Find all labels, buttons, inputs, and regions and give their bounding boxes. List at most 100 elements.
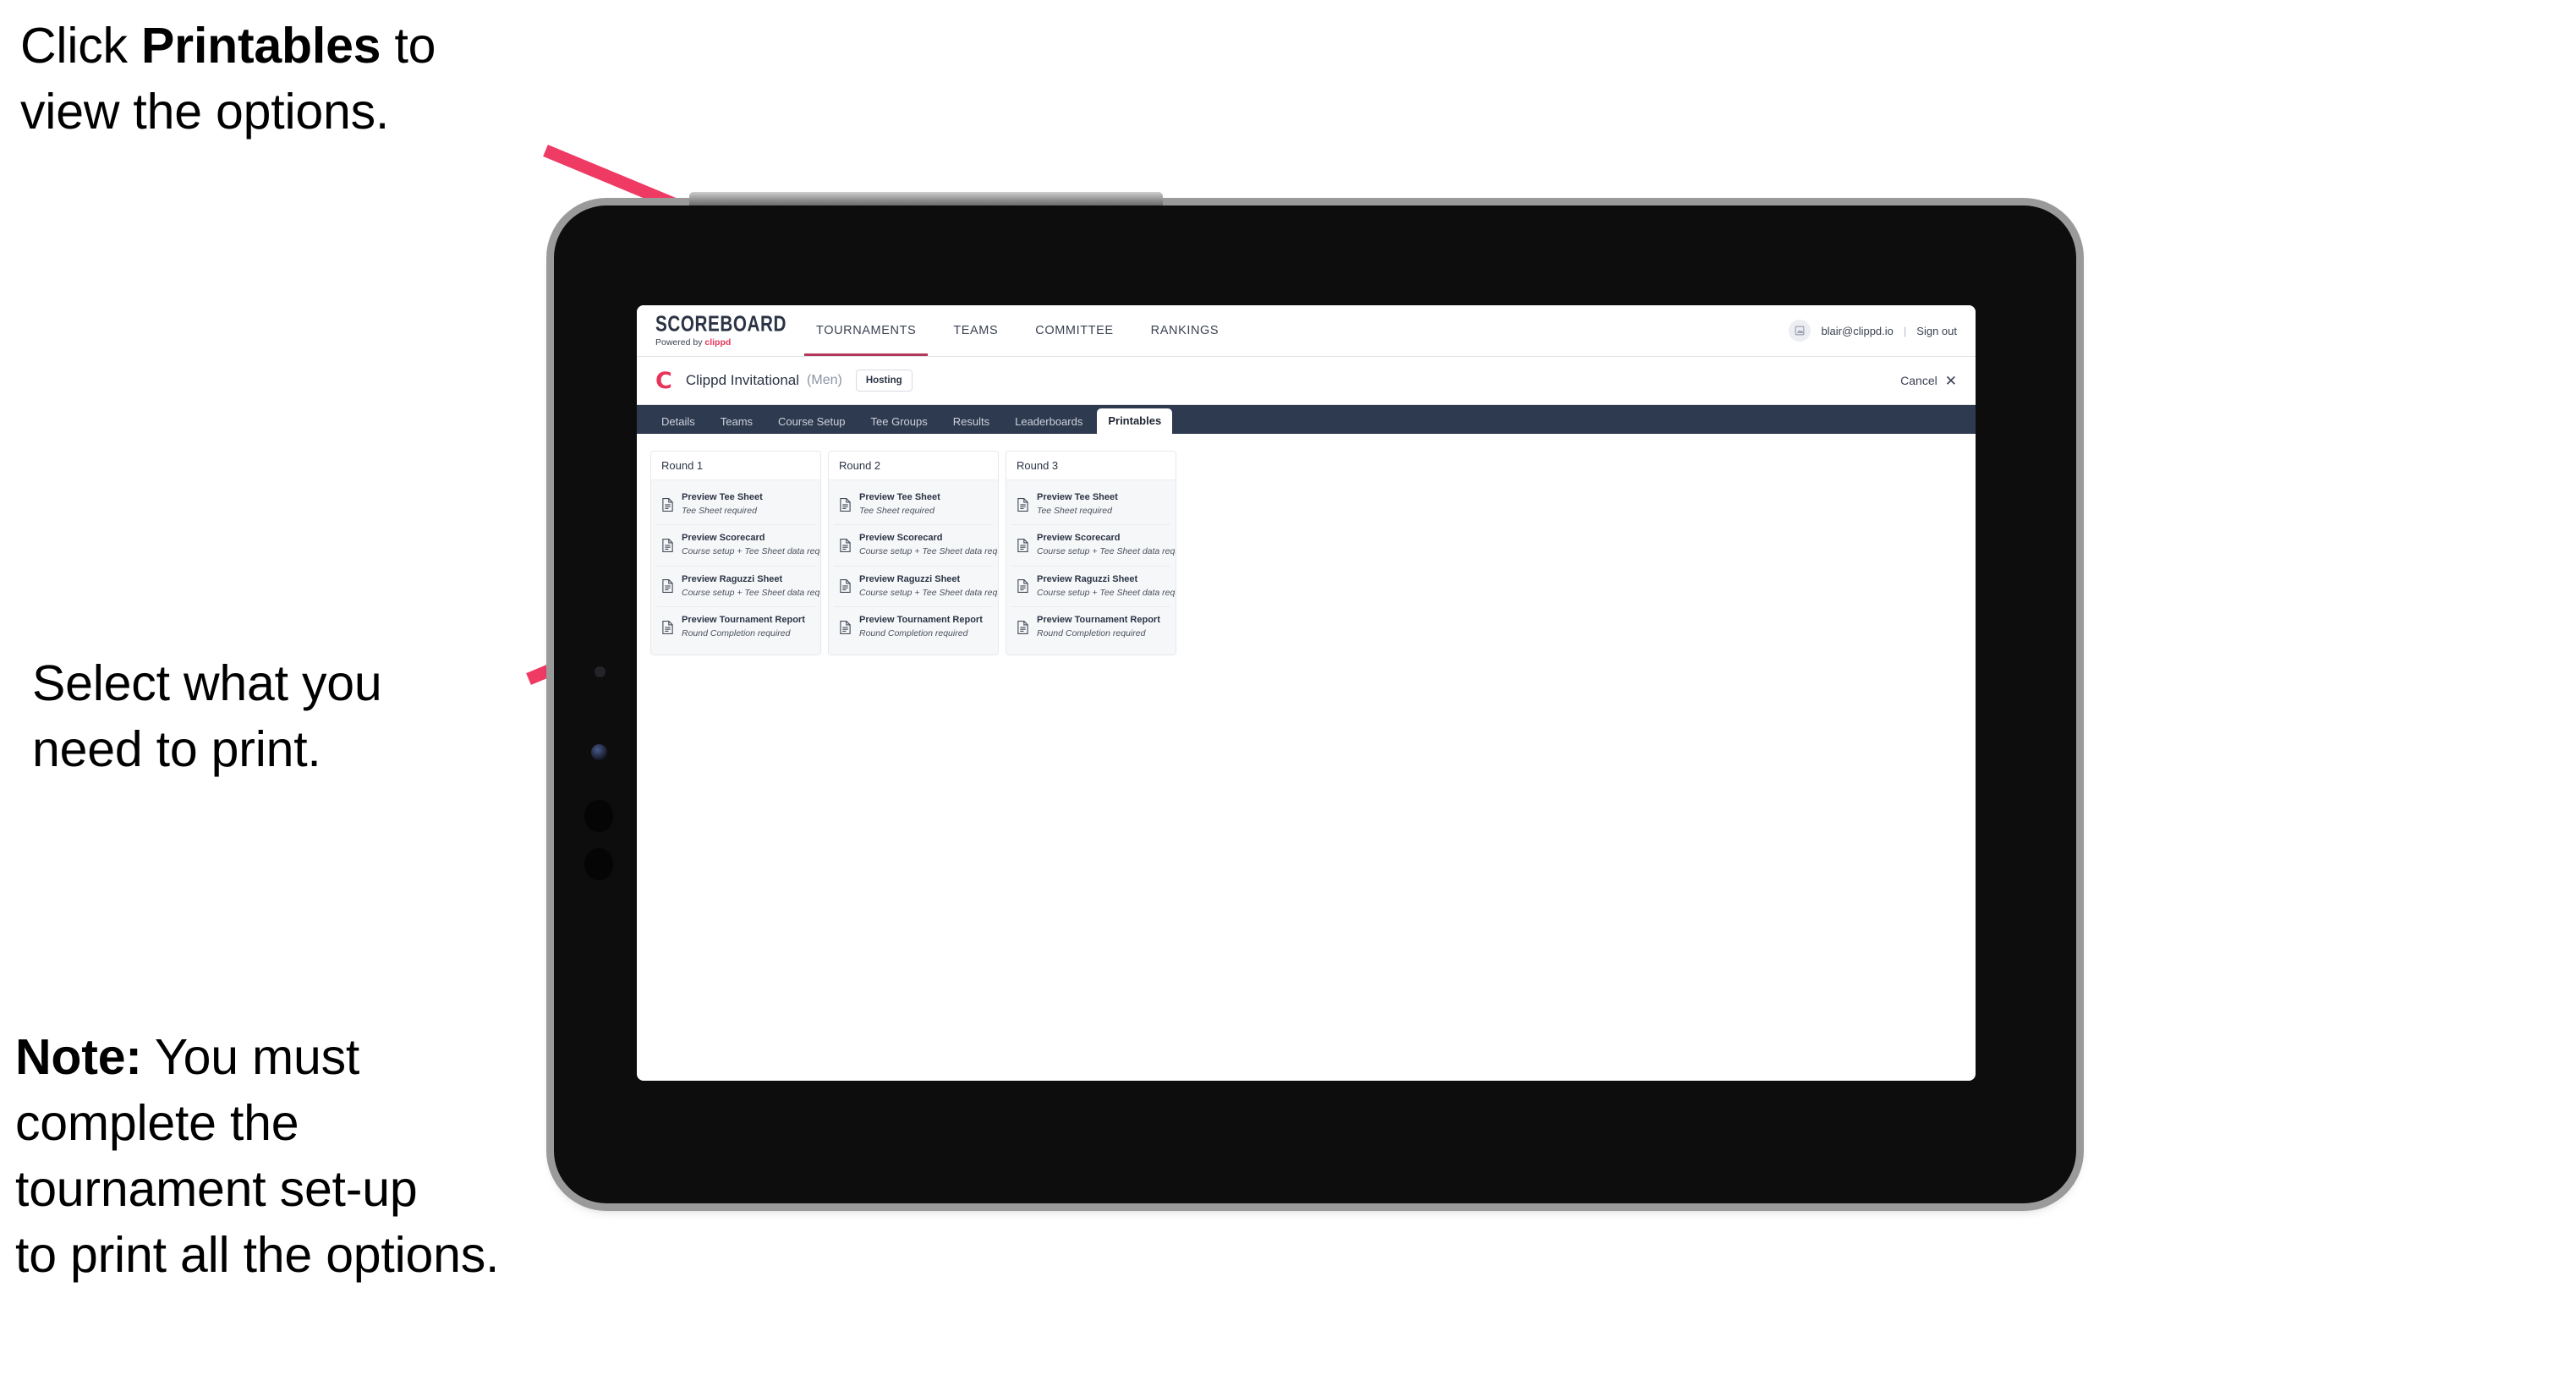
tournament-header: C Clippd Invitational (Men) Hosting Canc… xyxy=(637,357,1976,405)
sign-out-button[interactable]: Sign out xyxy=(1916,325,1957,337)
document-icon xyxy=(839,578,852,594)
user-email-label: blair@clippd.io xyxy=(1821,324,1894,337)
round-2-title: Round 2 xyxy=(829,452,998,480)
close-x-icon: ✕ xyxy=(1944,372,1957,389)
list-item-title: Preview Scorecard xyxy=(682,533,765,544)
list-item-text: Preview Raguzzi Sheet Course setup + Tee… xyxy=(1037,573,1176,599)
tab-course-setup[interactable]: Course Setup xyxy=(767,411,857,434)
tab-tee-groups[interactable]: Tee Groups xyxy=(860,411,939,434)
list-item-subtitle: Tee Sheet required xyxy=(1037,505,1112,516)
round-column-1: Round 1 Preview Tee Sheet Tee Sheet requ… xyxy=(650,451,821,655)
list-item[interactable]: Preview Raguzzi Sheet Course setup + Tee… xyxy=(656,567,820,608)
annotation-select-to-print: Select what you need to print. xyxy=(32,655,382,777)
list-item-text: Preview Tee Sheet Tee Sheet required xyxy=(1037,492,1118,517)
tab-teams[interactable]: Teams xyxy=(710,411,764,434)
sensor-lens-icon xyxy=(591,744,607,760)
list-item[interactable]: Preview Tournament Report Round Completi… xyxy=(1011,607,1170,647)
app-screen: SCOREBOARD Powered by clippd TOURNAMENTS… xyxy=(637,305,1976,1081)
logo-tagline-prefix: Powered by xyxy=(655,337,705,348)
list-item-title: Preview Tee Sheet xyxy=(1037,492,1118,502)
scoreboard-logo[interactable]: SCOREBOARD Powered by clippd xyxy=(637,305,787,356)
document-icon xyxy=(839,620,852,635)
list-item[interactable]: Preview Tee Sheet Tee Sheet required xyxy=(656,485,815,526)
annotation-top-text-bold: Printables xyxy=(141,18,381,74)
printables-content: Round 1 Preview Tee Sheet Tee Sheet requ… xyxy=(637,434,1976,672)
list-item-subtitle: Course setup + Tee Sheet data required xyxy=(859,587,998,598)
round-column-3: Round 3 Preview Tee Sheet Tee Sheet requ… xyxy=(1006,451,1176,655)
round-2-items: Preview Tee Sheet Tee Sheet required Pre… xyxy=(829,480,998,655)
tab-details[interactable]: Details xyxy=(650,411,706,434)
list-item[interactable]: Preview Tournament Report Round Completi… xyxy=(834,607,993,647)
tab-leaderboards[interactable]: Leaderboards xyxy=(1004,411,1093,434)
account-area: blair@clippd.io | Sign out xyxy=(1789,305,1976,356)
document-icon xyxy=(661,538,674,553)
list-item-subtitle: Round Completion required xyxy=(1037,627,1146,638)
cancel-button[interactable]: Cancel ✕ xyxy=(1900,374,1957,388)
clippd-c-logo: C xyxy=(655,367,672,394)
tablet-chassis: SCOREBOARD Powered by clippd TOURNAMENTS… xyxy=(554,192,2076,1203)
round-1-items: Preview Tee Sheet Tee Sheet required Pre… xyxy=(651,480,820,655)
list-item-subtitle: Course setup + Tee Sheet data required xyxy=(1037,546,1176,557)
tab-results[interactable]: Results xyxy=(942,411,1000,434)
list-item-title: Preview Tee Sheet xyxy=(859,492,940,502)
nav-item-committee[interactable]: COMMITTEE xyxy=(1017,305,1132,356)
list-item[interactable]: Preview Scorecard Course setup + Tee She… xyxy=(656,525,820,567)
document-icon xyxy=(1017,497,1029,512)
list-item-subtitle: Round Completion required xyxy=(682,627,791,638)
list-item[interactable]: Preview Raguzzi Sheet Course setup + Tee… xyxy=(1011,567,1176,608)
user-avatar-icon[interactable] xyxy=(1789,320,1811,342)
nav-item-teams[interactable]: TEAMS xyxy=(934,305,1017,356)
list-item[interactable]: Preview Tee Sheet Tee Sheet required xyxy=(834,485,993,526)
list-item-title: Preview Raguzzi Sheet xyxy=(1037,573,1138,584)
logo-tagline-brand: clippd xyxy=(704,337,732,348)
list-item[interactable]: Preview Scorecard Course setup + Tee She… xyxy=(834,525,998,567)
list-item-subtitle: Round Completion required xyxy=(859,627,968,638)
volume-up-button[interactable] xyxy=(584,800,613,832)
document-icon xyxy=(839,538,852,553)
app-header: SCOREBOARD Powered by clippd TOURNAMENTS… xyxy=(637,305,1976,357)
document-icon xyxy=(661,497,674,512)
list-item[interactable]: Preview Tournament Report Round Completi… xyxy=(656,607,815,647)
list-item-title: Preview Tee Sheet xyxy=(682,492,763,502)
tablet-top-edge xyxy=(689,192,1163,205)
volume-down-button[interactable] xyxy=(584,848,613,880)
document-icon xyxy=(661,620,674,635)
tournament-name: Clippd Invitational xyxy=(685,372,800,388)
nav-item-rankings[interactable]: RANKINGS xyxy=(1132,305,1238,356)
annotation-click-printables: Click Printables to view the options. xyxy=(20,14,595,145)
front-camera-icon xyxy=(595,666,606,677)
list-item-text: Preview Raguzzi Sheet Course setup + Tee… xyxy=(859,574,998,599)
list-item-title: Preview Raguzzi Sheet xyxy=(682,573,783,584)
list-item-text: Preview Tee Sheet Tee Sheet required xyxy=(859,492,940,517)
primary-nav: TOURNAMENTS TEAMS COMMITTEE RANKINGS xyxy=(797,305,1237,356)
logo-wordmark: SCOREBOARD xyxy=(655,310,787,336)
list-item-text: Preview Scorecard Course setup + Tee She… xyxy=(1037,533,1176,557)
tab-printables[interactable]: Printables xyxy=(1097,408,1173,434)
list-item-title: Preview Tournament Report xyxy=(682,615,805,626)
list-item-subtitle: Course setup + Tee Sheet data required xyxy=(1037,587,1176,598)
logo-tagline: Powered by clippd xyxy=(655,338,779,348)
list-item-text: Preview Tournament Report Round Completi… xyxy=(859,615,983,639)
hosting-status-badge: Hosting xyxy=(855,370,913,392)
nav-item-tournaments[interactable]: TOURNAMENTS xyxy=(797,305,934,356)
section-tabs: Details Teams Course Setup Tee Groups Re… xyxy=(637,405,1976,434)
list-item-text: Preview Tournament Report Round Completi… xyxy=(1037,615,1160,639)
tournament-gender: (Men) xyxy=(807,373,842,387)
round-1-title: Round 1 xyxy=(651,452,820,480)
list-item-title: Preview Scorecard xyxy=(1037,533,1121,544)
account-divider: | xyxy=(1903,324,1907,337)
list-item-text: Preview Tournament Report Round Completi… xyxy=(682,615,805,639)
list-item[interactable]: Preview Raguzzi Sheet Course setup + Tee… xyxy=(834,567,998,608)
list-item-subtitle: Tee Sheet required xyxy=(859,505,934,516)
list-item-title: Preview Scorecard xyxy=(859,533,943,544)
list-item[interactable]: Preview Tee Sheet Tee Sheet required xyxy=(1011,485,1170,526)
list-item-subtitle: Course setup + Tee Sheet data required xyxy=(859,546,998,557)
document-icon xyxy=(1017,538,1029,553)
annotation-note-label: Note: xyxy=(15,1029,142,1085)
round-3-title: Round 3 xyxy=(1006,452,1176,480)
list-item[interactable]: Preview Scorecard Course setup + Tee She… xyxy=(1011,525,1176,567)
list-item-title: Preview Tournament Report xyxy=(859,615,983,626)
document-icon xyxy=(1017,620,1029,635)
annotation-top-text-a: Click xyxy=(20,18,142,74)
list-item-subtitle: Tee Sheet required xyxy=(682,505,757,516)
